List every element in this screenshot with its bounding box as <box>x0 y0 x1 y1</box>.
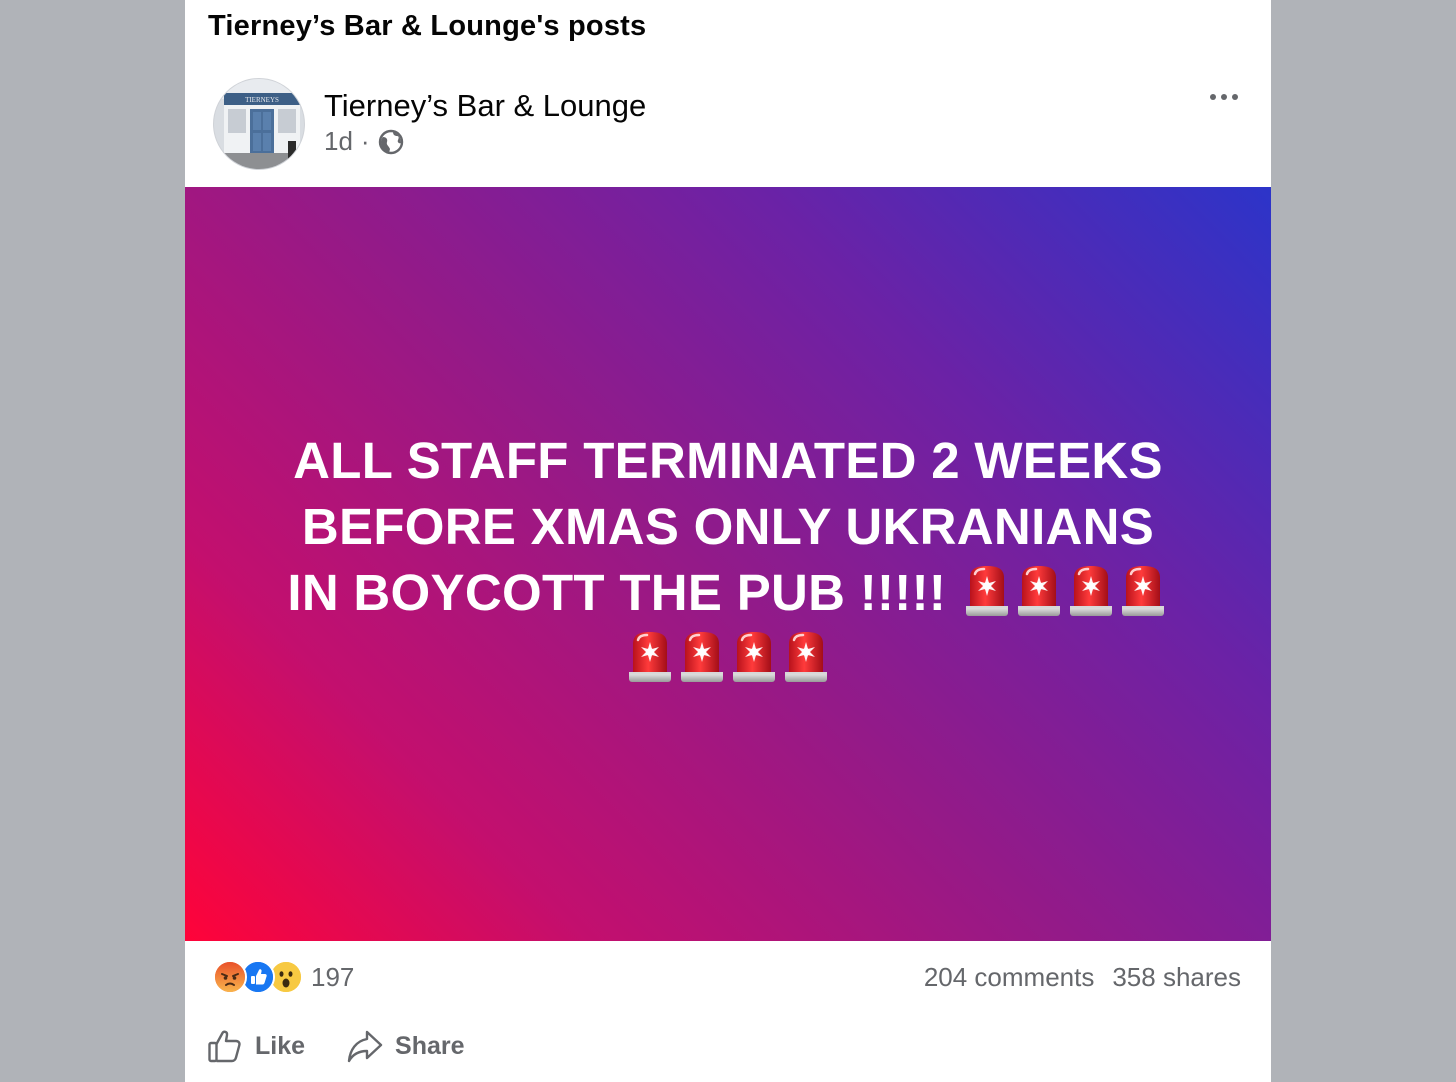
police-siren-icon <box>679 630 725 684</box>
police-siren-icon <box>783 630 829 684</box>
banner-line-3-text: IN BOYCOTT THE PUB !!!!! <box>287 564 947 621</box>
post-timestamp[interactable]: 1d <box>324 126 353 157</box>
reactions-summary[interactable]: 197 <box>213 960 354 994</box>
reaction-count: 197 <box>311 961 355 992</box>
banner-text: ALL STAFF TERMINATED 2 WEEKS BEFORE XMAS… <box>268 428 1188 692</box>
globe-icon <box>378 129 404 155</box>
meta-separator: · <box>360 126 370 156</box>
more-options-button[interactable] <box>1203 82 1245 112</box>
police-siren-icon <box>731 630 777 684</box>
comments-count[interactable]: 204 comments <box>924 962 1095 993</box>
banner-line-3: IN BOYCOTT THE PUB !!!!! <box>268 560 1188 626</box>
post-meta: 1d · <box>324 126 404 157</box>
avatar[interactable]: TIERNEYS <box>213 78 305 170</box>
avatar-sign-text: TIERNEYS <box>245 96 279 104</box>
banner-line-1: ALL STAFF TERMINATED 2 WEEKS <box>293 432 1163 489</box>
thumbs-up-icon <box>207 1028 243 1064</box>
share-arrow-icon <box>347 1028 383 1064</box>
more-dot <box>1210 94 1216 100</box>
police-siren-icon <box>1068 564 1114 618</box>
author-name[interactable]: Tierney’s Bar & Lounge <box>324 88 646 124</box>
police-siren-icon <box>627 630 673 684</box>
more-dot <box>1232 94 1238 100</box>
banner-line-2: BEFORE XMAS ONLY UKRANIANS <box>301 498 1155 555</box>
police-siren-icon <box>964 564 1010 618</box>
share-button[interactable]: Share <box>347 1028 465 1064</box>
siren-row <box>268 626 1188 692</box>
action-bar: Like Share <box>207 1028 465 1064</box>
siren-row <box>961 564 1169 621</box>
post-card: Tierney’s Bar & Lounge's posts TIERNEYS … <box>185 0 1271 1082</box>
more-dot <box>1221 94 1227 100</box>
police-siren-icon <box>1016 564 1062 618</box>
page-title: Tierney’s Bar & Lounge's posts <box>208 10 647 42</box>
like-button[interactable]: Like <box>207 1028 305 1064</box>
like-label: Like <box>255 1031 306 1060</box>
shares-count[interactable]: 358 shares <box>1112 962 1241 993</box>
avatar-image: TIERNEYS <box>214 79 304 169</box>
angry-reaction-icon <box>213 960 247 994</box>
share-label: Share <box>395 1031 465 1060</box>
engagement-stats: 204 comments 358 shares <box>924 962 1241 993</box>
police-siren-icon <box>1120 564 1166 618</box>
post-banner[interactable]: ALL STAFF TERMINATED 2 WEEKS BEFORE XMAS… <box>185 187 1271 941</box>
